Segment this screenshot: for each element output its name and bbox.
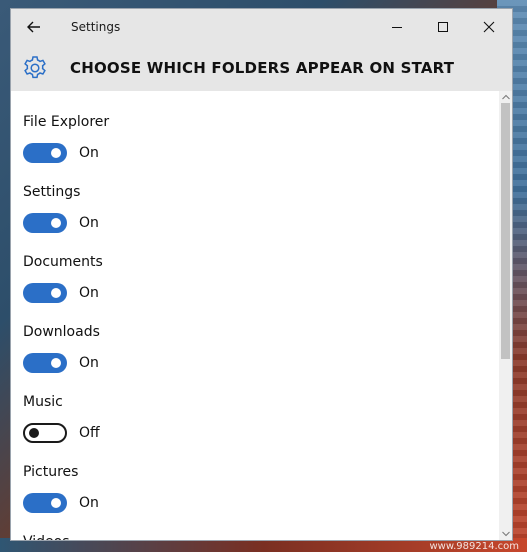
toggle-state-text: On xyxy=(79,355,99,371)
toggle-state-text: On xyxy=(79,215,99,231)
chevron-up-icon xyxy=(501,94,510,100)
gear-icon xyxy=(24,56,46,79)
file-explorer-toggle[interactable] xyxy=(23,143,67,163)
toggle-state-text: On xyxy=(79,495,99,511)
item-label: File Explorer xyxy=(23,114,110,130)
close-icon xyxy=(483,21,495,33)
list-item-pictures: Pictures On xyxy=(23,462,99,513)
title-bar: Settings xyxy=(11,9,512,45)
item-label: Music xyxy=(23,394,63,410)
scroll-down-button[interactable] xyxy=(499,528,512,540)
watermark: www.989214.com xyxy=(429,541,519,552)
toggle-knob xyxy=(51,218,61,228)
page-title: CHOOSE WHICH FOLDERS APPEAR ON START xyxy=(70,59,455,77)
item-label: Downloads xyxy=(23,324,100,340)
item-label: Pictures xyxy=(23,464,79,480)
chevron-down-icon xyxy=(501,531,510,537)
toggle-state-text: On xyxy=(79,145,99,161)
item-label: Videos xyxy=(23,532,70,540)
maximize-button[interactable] xyxy=(420,9,466,45)
toggle-knob xyxy=(51,358,61,368)
vertical-scrollbar[interactable] xyxy=(499,91,512,540)
list-item-music: Music Off xyxy=(23,392,100,443)
toggle-knob xyxy=(51,148,61,158)
toggle-state-text: On xyxy=(79,285,99,301)
list-item-settings: Settings On xyxy=(23,182,99,233)
list-item-documents: Documents On xyxy=(23,252,103,303)
scrollbar-thumb[interactable] xyxy=(501,103,510,359)
scroll-up-button[interactable] xyxy=(499,91,512,103)
minimize-button[interactable] xyxy=(374,9,420,45)
settings-list: File Explorer On Settings On Documents O… xyxy=(11,91,499,540)
list-item-videos: Videos xyxy=(23,532,70,540)
toggle-knob xyxy=(51,498,61,508)
close-button[interactable] xyxy=(466,9,512,45)
music-toggle[interactable] xyxy=(23,423,67,443)
settings-window: Settings CHOOSE WHICH FOLDERS APPEAR ON … xyxy=(11,9,512,540)
downloads-toggle[interactable] xyxy=(23,353,67,373)
toggle-knob xyxy=(29,428,39,438)
back-arrow-icon xyxy=(27,21,40,33)
back-button[interactable] xyxy=(11,9,57,45)
window-controls xyxy=(374,9,512,45)
maximize-icon xyxy=(438,22,448,32)
list-item-file-explorer: File Explorer On xyxy=(23,112,109,163)
settings-toggle[interactable] xyxy=(23,213,67,233)
pictures-toggle[interactable] xyxy=(23,493,67,513)
item-label: Documents xyxy=(23,254,103,270)
list-item-downloads: Downloads On xyxy=(23,322,100,373)
minimize-icon xyxy=(392,27,402,28)
documents-toggle[interactable] xyxy=(23,283,67,303)
toggle-state-text: Off xyxy=(79,425,100,441)
item-label: Settings xyxy=(23,184,81,200)
toggle-knob xyxy=(51,288,61,298)
page-header: CHOOSE WHICH FOLDERS APPEAR ON START xyxy=(11,45,512,91)
window-title: Settings xyxy=(71,20,121,34)
gear-icon-container xyxy=(11,45,59,91)
